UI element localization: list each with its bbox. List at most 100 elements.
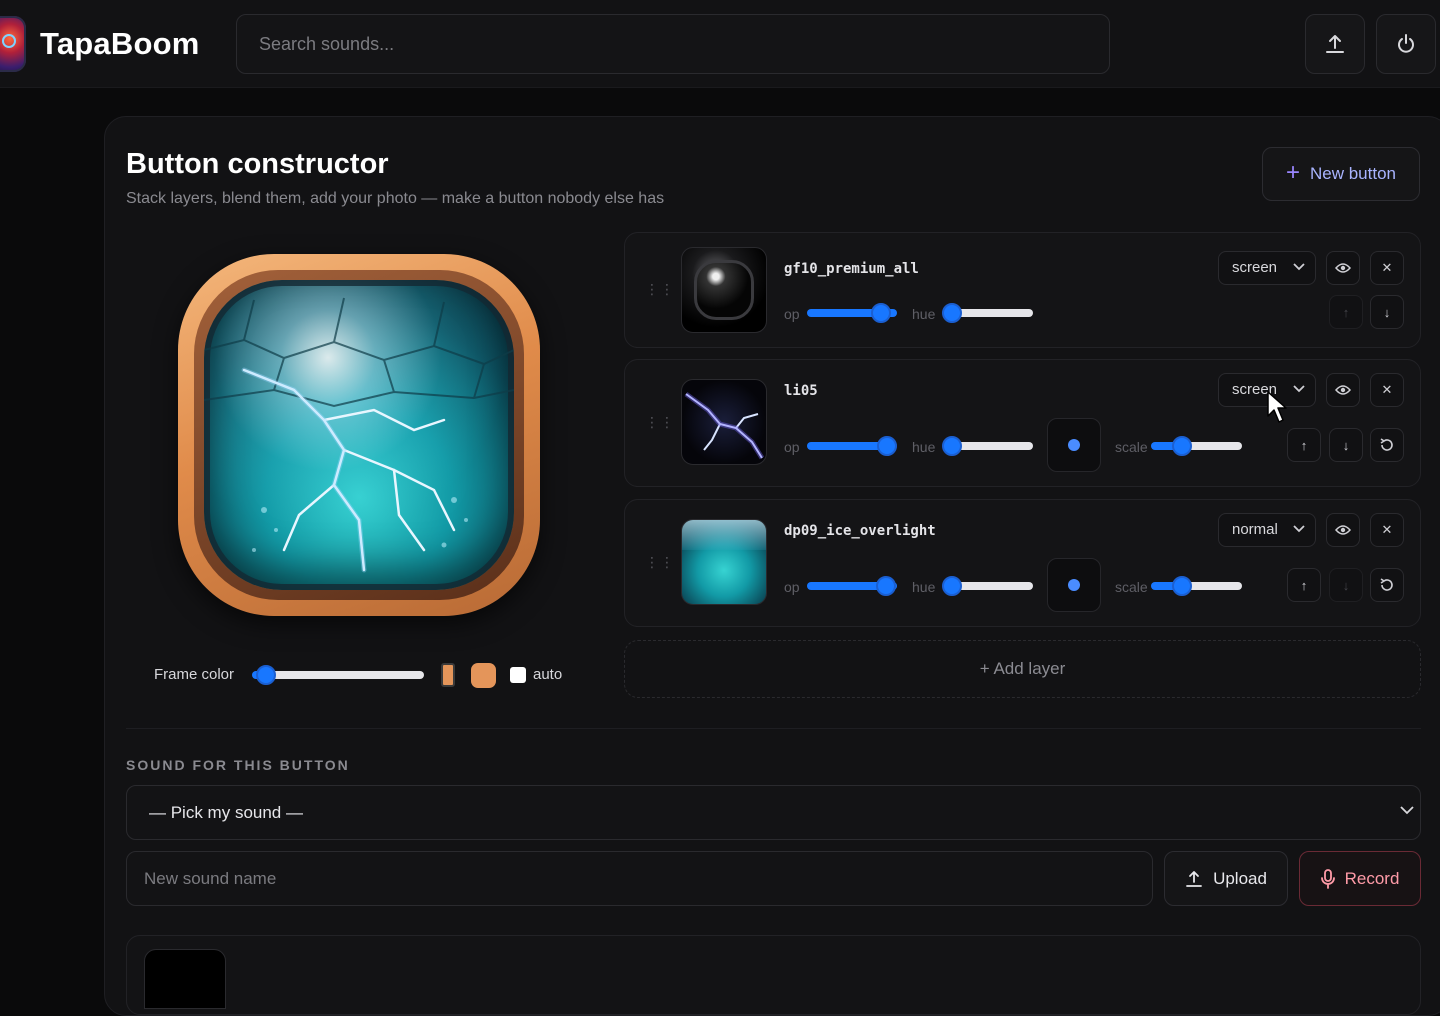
opacity-slider-thumb[interactable] (871, 303, 891, 323)
layer-card: ⋮⋮ dp09_ice_overlight op hue scale norma… (624, 499, 1421, 627)
arrow-down-icon: ↓ (1383, 304, 1391, 320)
search-input[interactable] (236, 14, 1110, 74)
page-title: Button constructor (126, 148, 389, 180)
eye-icon (1335, 385, 1351, 395)
opacity-slider-thumb[interactable] (877, 436, 897, 456)
eye-icon (1335, 263, 1351, 273)
add-layer-button[interactable]: + Add layer (624, 640, 1421, 698)
record-sound-button[interactable]: Record (1299, 851, 1421, 906)
move-down-button[interactable]: ↓ (1329, 428, 1363, 462)
saved-button-thumbnail[interactable] (144, 949, 226, 1009)
chevron-down-icon (1293, 385, 1305, 393)
add-layer-label: + Add layer (979, 659, 1066, 678)
power-icon (1398, 34, 1414, 53)
opacity-label: op (784, 579, 800, 595)
chevron-down-icon (1293, 263, 1305, 271)
position-picker-button[interactable] (1047, 418, 1101, 472)
scale-label: scale (1115, 439, 1148, 455)
sound-select[interactable]: — Pick my sound — (126, 785, 1421, 840)
arrow-up-icon: ↑ (1300, 437, 1308, 453)
app-name: TapaBoom (40, 26, 200, 61)
button-preview[interactable] (178, 254, 540, 616)
close-icon: ✕ (1381, 522, 1393, 537)
close-icon: ✕ (1381, 382, 1393, 397)
scale-slider-thumb[interactable] (1172, 436, 1192, 456)
remove-layer-button[interactable]: ✕ (1370, 513, 1404, 547)
plus-icon: + (1285, 159, 1300, 186)
layer-name: gf10_premium_all (784, 261, 919, 277)
layer-name: dp09_ice_overlight (784, 523, 936, 539)
layer-thumbnail (681, 519, 767, 605)
arrow-down-icon: ↓ (1342, 437, 1350, 453)
new-button-button[interactable]: + New button (1262, 147, 1420, 201)
drag-handle-icon[interactable]: ⋮⋮ (645, 554, 675, 571)
frame-color-label: Frame color (154, 666, 235, 683)
layer-name: li05 (784, 383, 818, 399)
frame-color-picker[interactable] (471, 663, 496, 688)
new-button-label: New button (1310, 164, 1396, 183)
position-dot-icon (1068, 439, 1080, 451)
opacity-label: op (784, 439, 800, 455)
blend-mode-select[interactable]: normal (1218, 513, 1316, 547)
reset-layer-button[interactable] (1370, 568, 1404, 602)
upload-sound-button[interactable]: Upload (1164, 851, 1288, 906)
scale-label: scale (1115, 579, 1148, 595)
frame-color-swatch (441, 663, 455, 687)
layer-card: ⋮⋮ gf10_premium_all op hue screen ✕ ↑ ↓ (624, 232, 1421, 348)
remove-layer-button[interactable]: ✕ (1370, 251, 1404, 285)
layer-thumbnail (681, 379, 767, 465)
opacity-slider-thumb[interactable] (876, 576, 896, 596)
blend-mode-value: normal (1232, 521, 1278, 538)
scale-slider-thumb[interactable] (1172, 576, 1192, 596)
upload-button[interactable] (1305, 14, 1365, 74)
reset-icon (1380, 578, 1393, 591)
drag-handle-icon[interactable]: ⋮⋮ (645, 414, 675, 431)
chevron-down-icon (1293, 525, 1305, 533)
visibility-toggle[interactable] (1326, 513, 1360, 547)
upload-icon (1186, 870, 1202, 887)
top-bar: TapaBoom (0, 0, 1440, 88)
move-up-button[interactable]: ↑ (1287, 568, 1321, 602)
blend-mode-select[interactable]: screen (1218, 251, 1316, 285)
power-button[interactable] (1376, 14, 1436, 74)
scale-slider[interactable] (1151, 582, 1242, 590)
hue-label: hue (912, 439, 936, 455)
remove-layer-button[interactable]: ✕ (1370, 373, 1404, 407)
upload-label: Upload (1213, 868, 1267, 888)
section-divider (126, 728, 1421, 729)
position-dot-icon (1068, 579, 1080, 591)
sound-select-value: — Pick my sound — (149, 803, 303, 822)
hue-slider-thumb[interactable] (942, 576, 962, 596)
close-icon: ✕ (1381, 260, 1393, 275)
drag-handle-icon[interactable]: ⋮⋮ (645, 281, 675, 298)
hue-slider-thumb[interactable] (942, 303, 962, 323)
hue-label: hue (912, 306, 936, 322)
frame-color-slider[interactable] (252, 671, 424, 679)
chevron-down-icon (1400, 806, 1414, 815)
sound-section-title: SOUND FOR THIS BUTTON (126, 757, 350, 773)
position-picker-button[interactable] (1047, 558, 1101, 612)
logo-icon (0, 16, 26, 72)
opacity-label: op (784, 306, 800, 322)
move-up-button[interactable]: ↑ (1329, 295, 1363, 329)
mouse-cursor-icon (1267, 391, 1287, 423)
frame-color-slider-thumb[interactable] (256, 665, 276, 685)
move-down-button[interactable]: ↓ (1370, 295, 1404, 329)
visibility-toggle[interactable] (1326, 251, 1360, 285)
hue-slider-thumb[interactable] (942, 436, 962, 456)
saved-buttons-panel (126, 935, 1421, 1015)
scale-slider[interactable] (1151, 442, 1242, 450)
visibility-toggle[interactable] (1326, 373, 1360, 407)
move-down-button[interactable]: ↓ (1329, 568, 1363, 602)
layer-card: ⋮⋮ li05 op hue scale screen ✕ ↑ ↓ (624, 359, 1421, 487)
auto-checkbox[interactable] (510, 667, 526, 683)
arrow-up-icon: ↑ (1342, 304, 1350, 320)
move-up-button[interactable]: ↑ (1287, 428, 1321, 462)
new-sound-name-input[interactable] (126, 851, 1153, 906)
microphone-icon (1320, 868, 1335, 889)
reset-layer-button[interactable] (1370, 428, 1404, 462)
preview-face-image (204, 280, 514, 590)
record-label: Record (1344, 868, 1400, 888)
arrow-up-icon: ↑ (1300, 577, 1308, 593)
upload-icon (1326, 35, 1344, 53)
